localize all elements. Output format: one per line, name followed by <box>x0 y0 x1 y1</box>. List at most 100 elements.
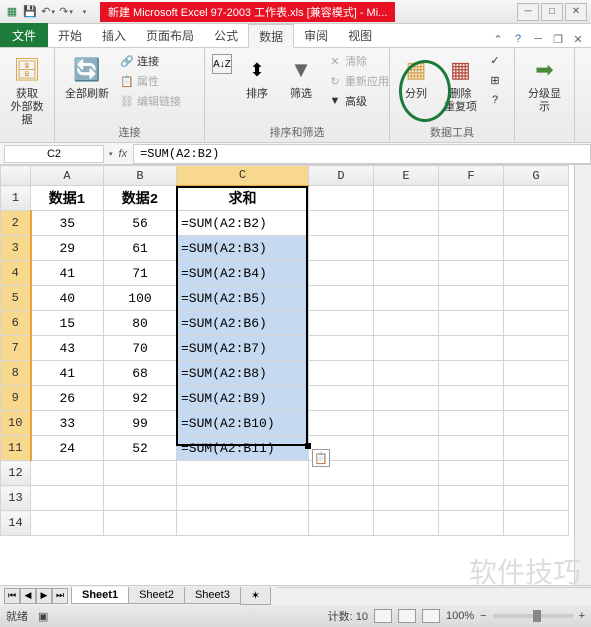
cell[interactable] <box>374 261 439 286</box>
connections-button[interactable]: 🔗连接 <box>117 52 184 70</box>
cell[interactable] <box>31 461 104 486</box>
row-header-1[interactable]: 1 <box>1 186 31 211</box>
cell[interactable] <box>31 511 104 536</box>
paste-options-icon[interactable]: 📋 <box>312 449 330 467</box>
cell[interactable] <box>439 386 504 411</box>
row-header-8[interactable]: 8 <box>1 361 31 386</box>
cell[interactable] <box>504 311 569 336</box>
cell[interactable] <box>439 286 504 311</box>
cell-B6[interactable]: 80 <box>104 311 177 336</box>
cell[interactable] <box>439 186 504 211</box>
col-header-E[interactable]: E <box>374 166 439 186</box>
cell-A1[interactable]: 数据1 <box>31 186 104 211</box>
cell-B10[interactable]: 99 <box>104 411 177 436</box>
mdi-minimize-icon[interactable]: ─ <box>529 31 547 47</box>
cell-B8[interactable]: 68 <box>104 361 177 386</box>
cell[interactable] <box>374 411 439 436</box>
edit-links-button[interactable]: ⛓编辑链接 <box>117 92 184 110</box>
undo-icon[interactable]: ↶▾ <box>40 4 56 20</box>
cell-B1[interactable]: 数据2 <box>104 186 177 211</box>
cell[interactable] <box>439 261 504 286</box>
cell-C6[interactable]: =SUM(A2:B6) <box>177 311 309 336</box>
qat-more-icon[interactable]: ▾ <box>76 4 92 20</box>
cell[interactable] <box>504 336 569 361</box>
cell-C1[interactable]: 求和 <box>177 186 309 211</box>
properties-button[interactable]: 📋属性 <box>117 72 184 90</box>
cell[interactable] <box>309 236 374 261</box>
col-header-C[interactable]: C <box>177 166 309 186</box>
cell[interactable] <box>439 486 504 511</box>
cell[interactable] <box>374 211 439 236</box>
cell-B2[interactable]: 56 <box>104 211 177 236</box>
cell[interactable] <box>309 261 374 286</box>
tab-insert[interactable]: 插入 <box>92 23 136 47</box>
cell[interactable] <box>309 286 374 311</box>
filter-button[interactable]: ▼ 筛选 <box>281 52 321 103</box>
redo-icon[interactable]: ↷▾ <box>58 4 74 20</box>
sheet-nav-prev[interactable]: ◀ <box>20 588 36 604</box>
tab-start[interactable]: 开始 <box>48 23 92 47</box>
outline-button[interactable]: ➡ 分级显示 <box>521 52 568 116</box>
cell-A11[interactable]: 24 <box>31 436 104 461</box>
cell-B11[interactable]: 52 <box>104 436 177 461</box>
cell[interactable] <box>504 261 569 286</box>
cell[interactable] <box>374 286 439 311</box>
cell[interactable] <box>374 236 439 261</box>
normal-view-button[interactable] <box>374 609 392 623</box>
cell-B7[interactable]: 70 <box>104 336 177 361</box>
vertical-scrollbar[interactable] <box>574 165 591 585</box>
zoom-level[interactable]: 100% <box>446 610 474 622</box>
cell[interactable] <box>374 186 439 211</box>
mdi-restore-icon[interactable]: ❐ <box>549 31 567 47</box>
col-header-F[interactable]: F <box>439 166 504 186</box>
cell[interactable] <box>374 461 439 486</box>
cell-C3[interactable]: =SUM(A2:B3) <box>177 236 309 261</box>
page-layout-view-button[interactable] <box>398 609 416 623</box>
cell[interactable] <box>309 511 374 536</box>
consolidate-button[interactable]: ⊞ <box>485 72 505 88</box>
sheet-tab-1[interactable]: Sheet1 <box>71 587 129 604</box>
cell-C7[interactable]: =SUM(A2:B7) <box>177 336 309 361</box>
cell-A2[interactable]: 35 <box>31 211 104 236</box>
tab-layout[interactable]: 页面布局 <box>136 23 204 47</box>
cell[interactable] <box>504 511 569 536</box>
select-all-corner[interactable] <box>1 166 31 186</box>
sheet-tab-3[interactable]: Sheet3 <box>184 587 241 604</box>
sheet-nav-first[interactable]: ⏮ <box>4 588 20 604</box>
row-header-13[interactable]: 13 <box>1 486 31 511</box>
cell-A4[interactable]: 41 <box>31 261 104 286</box>
cell[interactable] <box>309 311 374 336</box>
row-header-7[interactable]: 7 <box>1 336 31 361</box>
fx-icon[interactable]: fx <box>113 148 134 160</box>
sheet-nav-next[interactable]: ▶ <box>36 588 52 604</box>
zoom-out-button[interactable]: − <box>480 610 486 622</box>
cell-A5[interactable]: 40 <box>31 286 104 311</box>
cell[interactable] <box>309 386 374 411</box>
sheet-nav-last[interactable]: ⏭ <box>52 588 68 604</box>
cell[interactable] <box>374 311 439 336</box>
cell[interactable] <box>504 361 569 386</box>
row-header-2[interactable]: 2 <box>1 211 31 236</box>
cell[interactable] <box>504 236 569 261</box>
row-header-9[interactable]: 9 <box>1 386 31 411</box>
cell[interactable] <box>504 411 569 436</box>
col-header-A[interactable]: A <box>31 166 104 186</box>
whatif-button[interactable]: ? <box>485 92 505 108</box>
cell[interactable] <box>374 361 439 386</box>
clear-filter-button[interactable]: ✕清除 <box>325 52 392 70</box>
cell[interactable] <box>104 486 177 511</box>
cell-B9[interactable]: 92 <box>104 386 177 411</box>
cell[interactable] <box>177 461 309 486</box>
refresh-all-button[interactable]: 🔄 全部刷新 <box>61 52 113 103</box>
cell[interactable] <box>504 386 569 411</box>
cell-B4[interactable]: 71 <box>104 261 177 286</box>
cell[interactable] <box>504 486 569 511</box>
cell[interactable] <box>309 211 374 236</box>
reapply-button[interactable]: ↻重新应用 <box>325 72 392 90</box>
worksheet-grid[interactable]: ABCDEFG1数据1数据2求和23556=SUM(A2:B2)32961=SU… <box>0 165 591 585</box>
sort-asc-button[interactable]: A↓Z <box>211 52 233 76</box>
row-header-10[interactable]: 10 <box>1 411 31 436</box>
col-header-B[interactable]: B <box>104 166 177 186</box>
name-box[interactable]: C2 <box>4 145 104 163</box>
help-icon[interactable]: ? <box>509 31 527 47</box>
